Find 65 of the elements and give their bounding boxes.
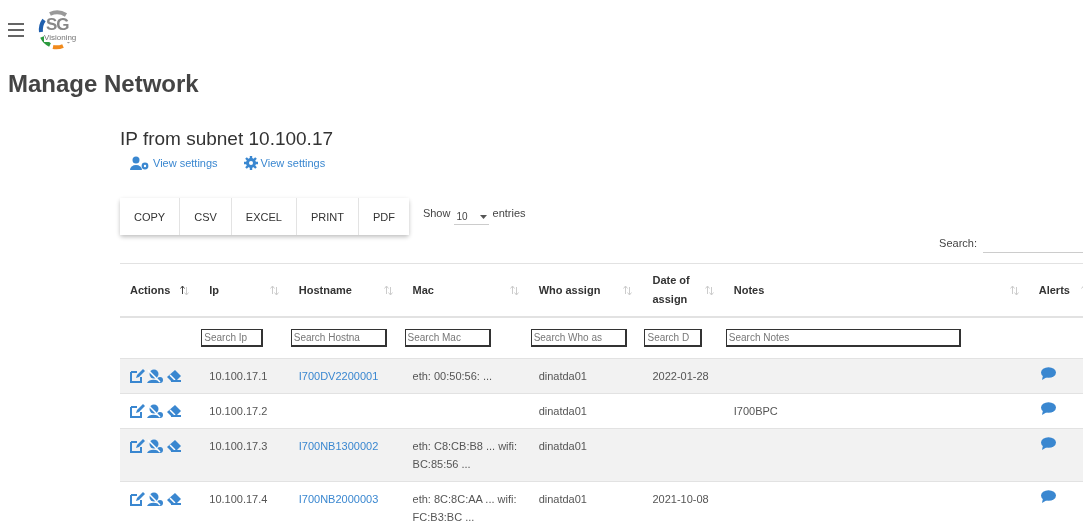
user-slash-icon[interactable] [147,404,164,418]
eraser-icon[interactable] [166,439,182,453]
eraser-icon[interactable] [166,492,182,506]
show-label: Show [422,207,451,219]
mac-cell-text: eth: 00:50:56: ... [412,369,493,384]
column-filter-field[interactable]: Search Notes [725,329,961,347]
export-button[interactable]: PRINT [296,198,359,235]
export-button[interactable]: CSV [180,198,232,235]
column-header[interactable]: Notes [733,284,765,296]
ip-cell-text: 10.100.17.4 [209,492,268,507]
assignee-cell-text: dinatda01 [538,369,587,384]
date-cell-text: 2021-10-08 [652,492,709,507]
view-settings-link[interactable]: View settings [243,156,326,170]
edit-icon[interactable] [130,492,145,506]
column-header[interactable]: Date of assign [652,271,693,309]
comment-icon[interactable] [1040,367,1056,380]
export-button[interactable]: COPY [120,198,181,235]
user-gear-icon [130,156,150,170]
ip-cell-text: 10.100.17.1 [209,369,268,384]
sort-icon[interactable] [180,285,190,295]
ip-cell-text: 10.100.17.2 [209,404,268,419]
edit-icon[interactable] [130,404,145,418]
column-filter-field[interactable]: Search Mac [404,329,491,347]
column-header[interactable]: Ip [209,284,220,296]
column-filter-field[interactable]: Search Hostna [290,329,387,347]
column-header[interactable]: Hostname [298,284,352,296]
column-header[interactable]: Alerts [1038,284,1070,296]
user-slash-icon[interactable] [147,492,164,506]
hostname-link[interactable]: I700NB1300002 [298,440,379,452]
hostname-link[interactable]: I700NB2000003 [298,493,379,505]
search-label: Search: [939,237,977,249]
gear-icon [243,156,258,170]
column-filter-field[interactable]: Search Who as [530,329,627,347]
menu-icon[interactable] [8,23,24,37]
column-header[interactable]: Actions [130,284,171,296]
user-slash-icon[interactable] [147,439,164,453]
eraser-icon[interactable] [166,404,182,418]
entries-label: entries [492,207,526,219]
comment-icon[interactable] [1040,402,1056,415]
mac-cell-text: eth: C8:CB:B8 ... wifi: BC:85:56 ... [412,439,519,472]
user-slash-icon[interactable] [147,369,164,383]
export-button[interactable]: PDF [358,198,409,235]
ip-cell-text: 10.100.17.3 [209,439,268,454]
assignee-cell-text: dinatda01 [538,439,587,454]
eraser-icon[interactable] [166,369,182,383]
comment-icon[interactable] [1040,490,1056,503]
view-settings-link[interactable]: View settings [130,156,218,170]
logo: SG Visioning [36,10,84,50]
edit-icon[interactable] [130,369,145,383]
column-filter-field[interactable]: Search Ip [201,329,264,347]
export-button[interactable]: EXCEL [231,198,297,235]
notes-cell-text: I700BPC [733,404,778,419]
comment-icon[interactable] [1040,437,1056,450]
edit-icon[interactable] [130,439,145,453]
assignee-cell-text: dinatda01 [538,404,587,419]
column-header[interactable]: Who assign [538,284,601,296]
caret-icon [479,214,487,219]
date-cell-text: 2022-01-28 [652,369,709,384]
mac-cell-text: eth: 8C:8C:AA ... wifi: FC:B3:BC ... [412,492,518,525]
subnet-heading: IP from subnet 10.100.17 [120,128,335,150]
page-title: Manage Network [8,70,200,98]
column-filter-field[interactable]: Search D [644,329,703,347]
entries-select[interactable]: 10 [454,207,489,225]
assignee-cell-text: dinatda01 [538,492,587,507]
column-header[interactable]: Mac [412,284,434,296]
